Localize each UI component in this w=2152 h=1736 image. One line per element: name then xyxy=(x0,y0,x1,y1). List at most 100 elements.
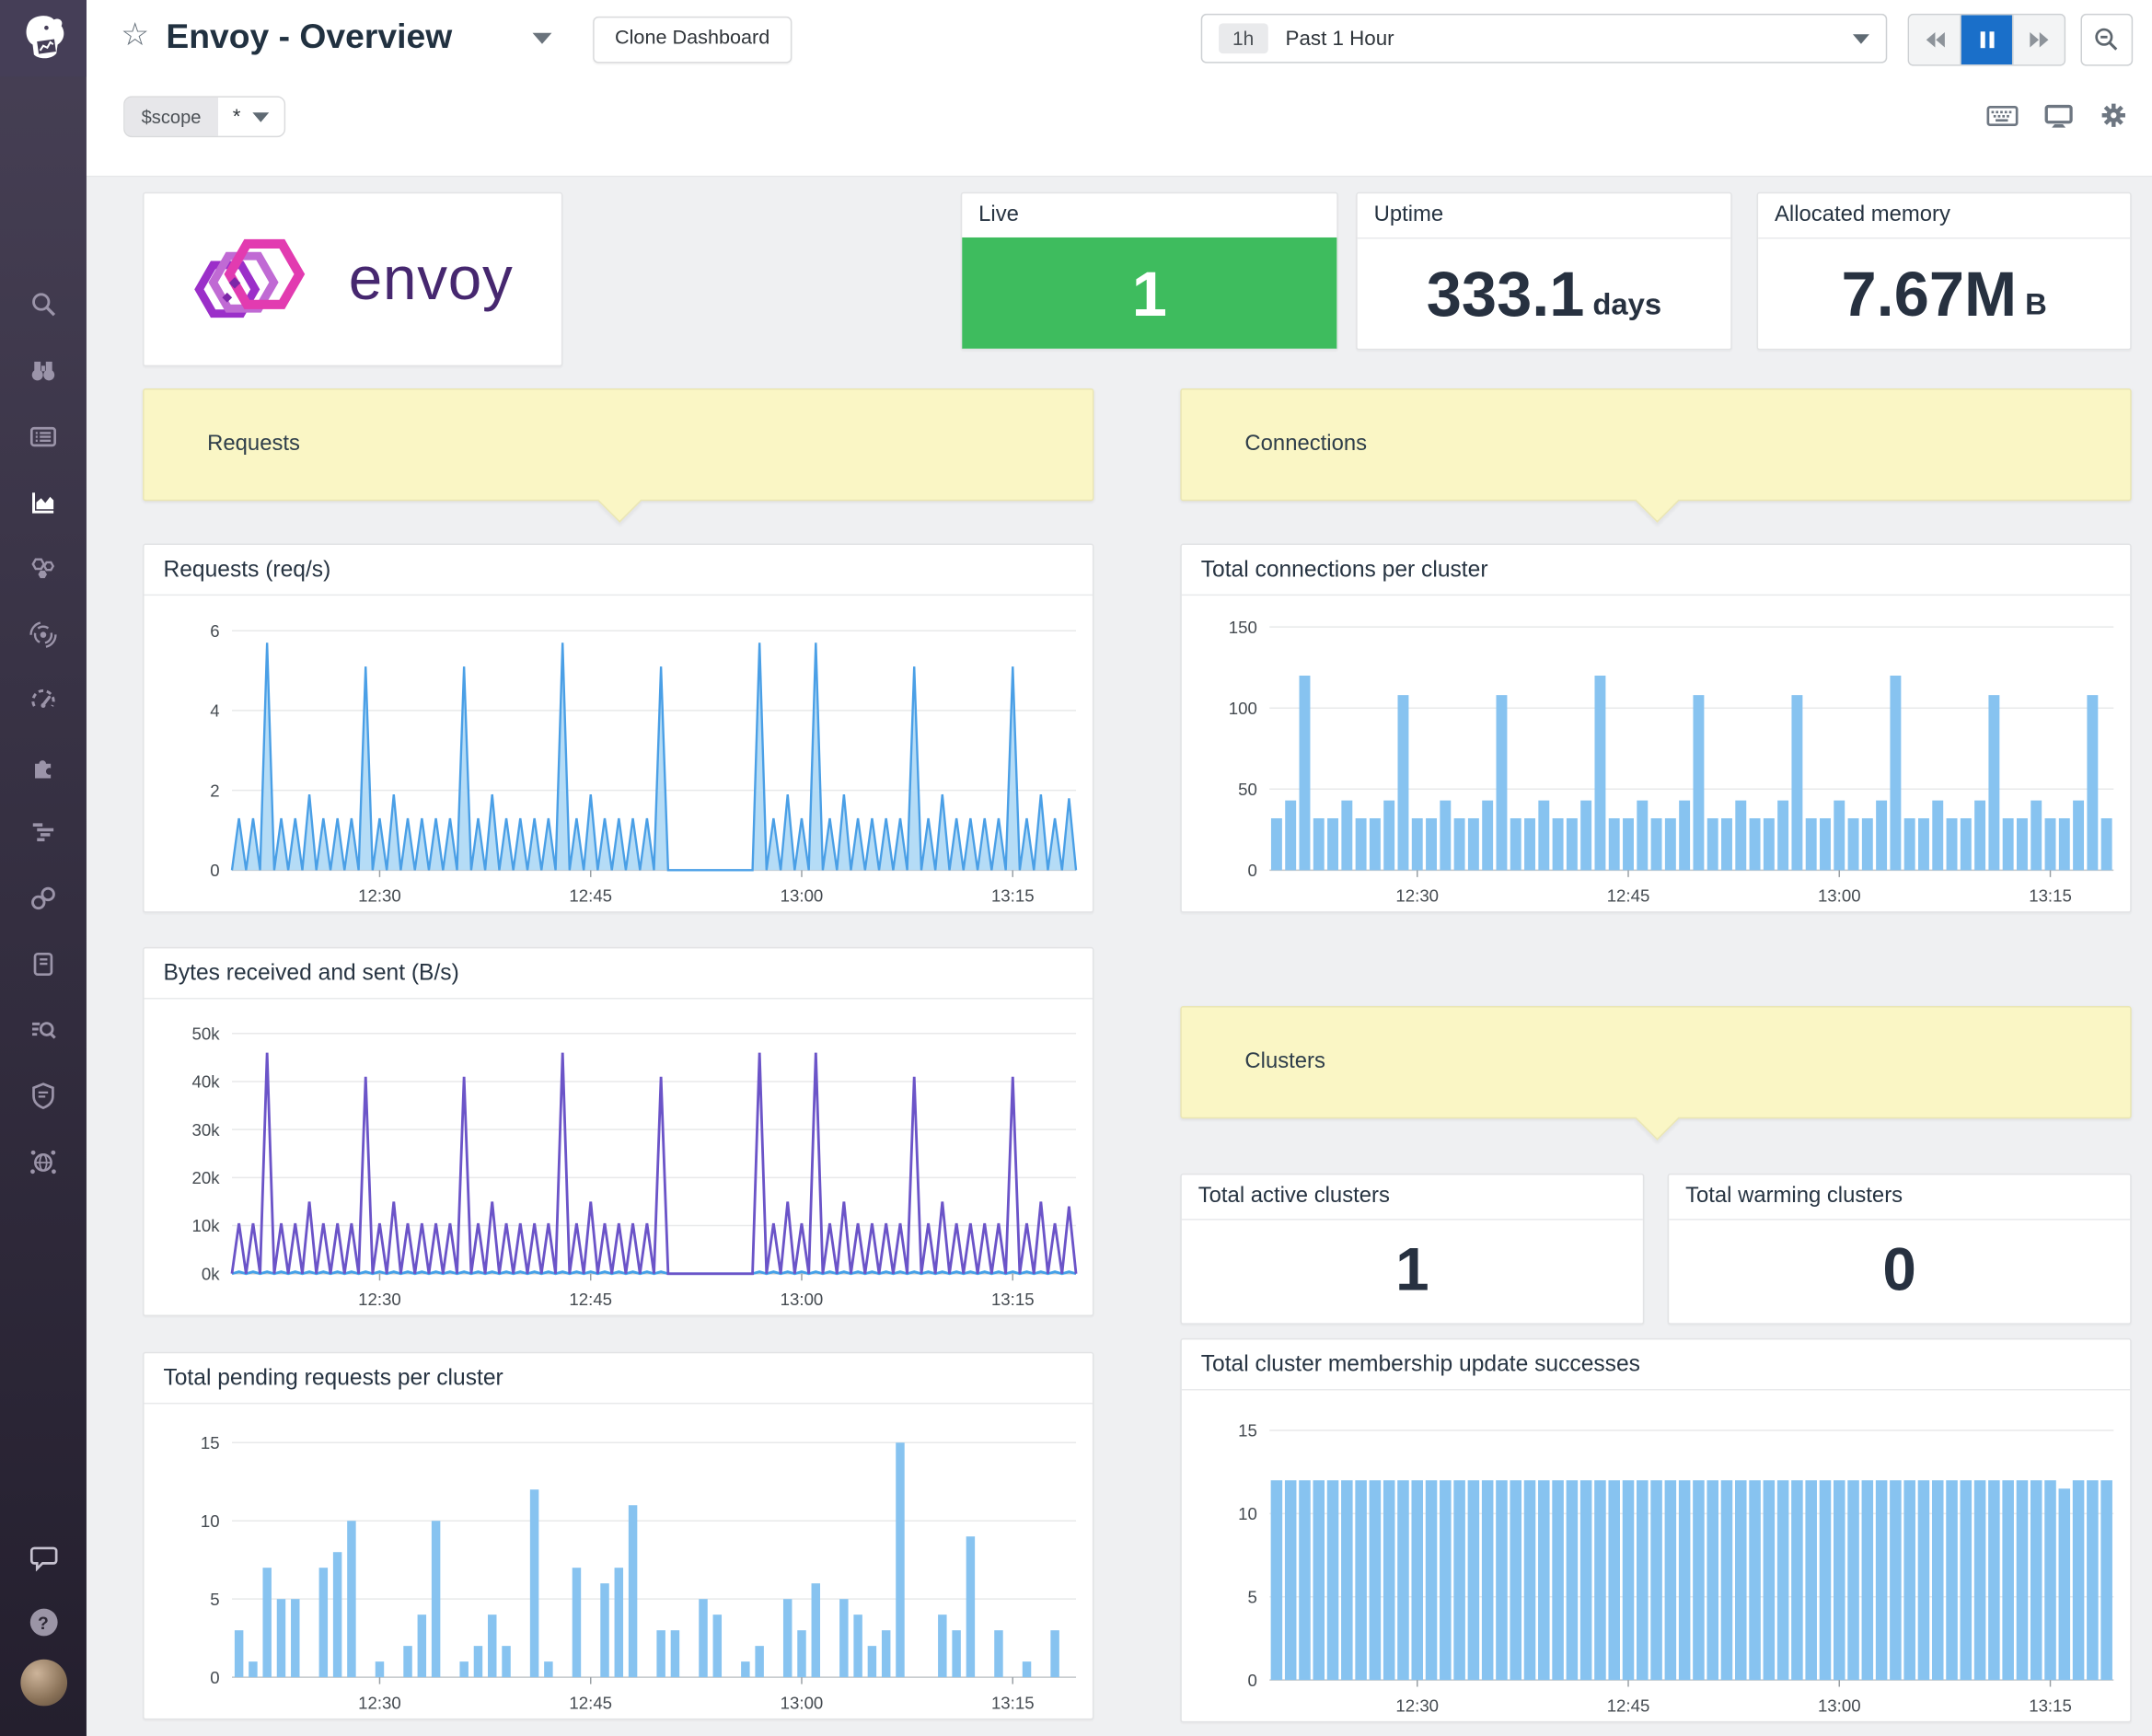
chain-links-icon xyxy=(29,884,57,912)
gauge-icon xyxy=(29,687,57,714)
svg-text:12:45: 12:45 xyxy=(569,1290,612,1309)
allocated-memory-stat-widget: Allocated memory 7.67M B xyxy=(1757,192,2132,350)
dashboard-page: ☆ Envoy - Overview Clone Dashboard 1h Pa… xyxy=(0,0,2152,1736)
svg-text:10k: 10k xyxy=(192,1216,221,1235)
sidebar-item-integrations[interactable] xyxy=(0,752,87,781)
time-range-badge: 1h xyxy=(1219,23,1267,53)
svg-text:50: 50 xyxy=(1238,780,1257,799)
stat-title: Total active clusters xyxy=(1182,1175,1643,1220)
sidebar-item-help[interactable]: ? xyxy=(0,1609,87,1637)
time-range-selector[interactable]: 1h Past 1 Hour xyxy=(1201,14,1888,64)
sidebar-item-infrastructure[interactable] xyxy=(0,554,87,583)
membership-chart-widget: Total cluster membership update successe… xyxy=(1180,1338,2131,1723)
stat-title: Allocated memory xyxy=(1758,193,2130,238)
note-text: Requests xyxy=(207,433,300,457)
svg-text:12:45: 12:45 xyxy=(1607,886,1650,906)
requests-chart-widget: Requests (req/s) 024612:3012:4513:0013:1… xyxy=(143,543,1093,912)
svg-text:13:00: 13:00 xyxy=(1818,1695,1861,1715)
sidebar-item-events[interactable] xyxy=(0,422,87,450)
svg-text:12:30: 12:30 xyxy=(1395,886,1439,906)
svg-text:13:15: 13:15 xyxy=(991,1693,1035,1712)
apm-trace-icon xyxy=(29,620,57,649)
app-sidebar: ? xyxy=(0,0,87,1736)
sidebar-item-apm[interactable] xyxy=(0,620,87,649)
page-title[interactable]: Envoy - Overview xyxy=(166,17,452,57)
security-shield-icon xyxy=(29,1082,57,1110)
svg-text:13:00: 13:00 xyxy=(781,886,824,906)
sidebar-item-user[interactable] xyxy=(0,1660,87,1707)
sidebar-item-synthetics[interactable] xyxy=(0,884,87,912)
svg-text:12:30: 12:30 xyxy=(358,1693,401,1712)
fast-forward-button[interactable] xyxy=(2013,15,2064,64)
datadog-dog-icon xyxy=(16,11,71,66)
envoy-logo-widget: envoy xyxy=(143,192,562,366)
sidebar-item-metrics[interactable] xyxy=(0,687,87,714)
sidebar-item-logs[interactable] xyxy=(0,818,87,846)
sidebar-item-log-explorer[interactable] xyxy=(0,1015,87,1044)
sidebar-item-watchdog[interactable] xyxy=(0,357,87,385)
svg-text:10: 10 xyxy=(1238,1504,1257,1523)
chevron-down-icon[interactable] xyxy=(533,33,552,44)
sidebar-item-chat-support[interactable] xyxy=(0,1543,87,1571)
stat-title: Live xyxy=(962,193,1336,238)
dropdown-caret-icon xyxy=(1853,34,1869,43)
allocated-memory-value: 7.67M xyxy=(1841,256,2017,330)
clone-dashboard-button[interactable]: Clone Dashboard xyxy=(593,17,792,64)
svg-text:0: 0 xyxy=(210,1668,219,1687)
svg-text:0: 0 xyxy=(210,861,219,880)
scope-template-variable[interactable]: $scope * xyxy=(123,96,286,137)
svg-text:0: 0 xyxy=(1247,1671,1256,1690)
fast-forward-icon xyxy=(2027,28,2052,52)
active-clusters-stat-widget: Total active clusters 1 xyxy=(1180,1174,1644,1325)
sidebar-item-notebooks[interactable] xyxy=(0,950,87,978)
network-globe-icon xyxy=(29,1148,57,1176)
pause-icon xyxy=(1974,28,1999,52)
favorite-star-icon[interactable]: ☆ xyxy=(121,17,149,53)
note-text: Clusters xyxy=(1244,1050,1325,1075)
chart-title: Requests (req/s) xyxy=(145,545,1093,596)
help-question-icon: ? xyxy=(29,1609,57,1637)
tv-screen-icon xyxy=(2043,101,2074,129)
hexagons-icon xyxy=(29,554,57,583)
settings-button[interactable] xyxy=(2100,101,2127,135)
svg-text:20k: 20k xyxy=(192,1168,221,1187)
requests-chart-plot[interactable]: 024612:3012:4513:0013:15 xyxy=(145,595,1093,911)
search-icon xyxy=(29,291,57,318)
svg-text:0: 0 xyxy=(1247,861,1256,880)
sidebar-item-security[interactable] xyxy=(0,1082,87,1110)
rewind-button[interactable] xyxy=(1909,15,1961,64)
svg-text:0k: 0k xyxy=(202,1264,220,1283)
uptime-stat-widget: Uptime 333.1 days xyxy=(1356,192,1732,350)
pending-requests-chart-plot[interactable]: 05101512:3012:4513:0013:15 xyxy=(145,1403,1093,1719)
uptime-value: 333.1 xyxy=(1427,256,1585,330)
sidebar-item-search[interactable] xyxy=(0,291,87,318)
svg-text:15: 15 xyxy=(1238,1421,1257,1441)
scope-value: * xyxy=(233,105,241,128)
membership-chart-plot[interactable]: 05101512:3012:4513:0013:15 xyxy=(1182,1389,2130,1721)
live-value: 1 xyxy=(962,237,1336,349)
pause-button[interactable] xyxy=(1961,15,2014,64)
keyboard-icon xyxy=(1986,101,2019,129)
svg-text:12:30: 12:30 xyxy=(358,886,401,906)
note-text: Connections xyxy=(1244,433,1367,457)
tv-mode-button[interactable] xyxy=(2043,101,2074,135)
sidebar-item-dashboards-active[interactable] xyxy=(0,489,87,516)
time-range-label: Past 1 Hour xyxy=(1286,27,1394,50)
svg-text:5: 5 xyxy=(210,1590,219,1609)
warming-clusters-stat-widget: Total warming clusters 0 xyxy=(1668,1174,2132,1325)
svg-text:13:15: 13:15 xyxy=(2029,886,2072,906)
svg-text:30k: 30k xyxy=(192,1120,221,1140)
bytes-chart-plot[interactable]: 0k10k20k30k40k50k12:3012:4513:0013:15 xyxy=(145,998,1093,1314)
datadog-logo[interactable] xyxy=(0,0,87,77)
shortcuts-keyboard-button[interactable] xyxy=(1986,101,2019,135)
connections-chart-plot[interactable]: 05010015012:3012:4513:0013:15 xyxy=(1182,595,2130,911)
sidebar-item-network[interactable] xyxy=(0,1148,87,1176)
rewind-icon xyxy=(1922,28,1947,52)
svg-text:13:00: 13:00 xyxy=(781,1290,824,1309)
playback-controls xyxy=(1908,14,2065,66)
zoom-out-button[interactable] xyxy=(2081,14,2134,66)
svg-text:150: 150 xyxy=(1229,618,1257,637)
svg-text:100: 100 xyxy=(1229,699,1257,718)
svg-text:12:30: 12:30 xyxy=(1395,1695,1439,1715)
active-clusters-value: 1 xyxy=(1182,1219,1643,1323)
